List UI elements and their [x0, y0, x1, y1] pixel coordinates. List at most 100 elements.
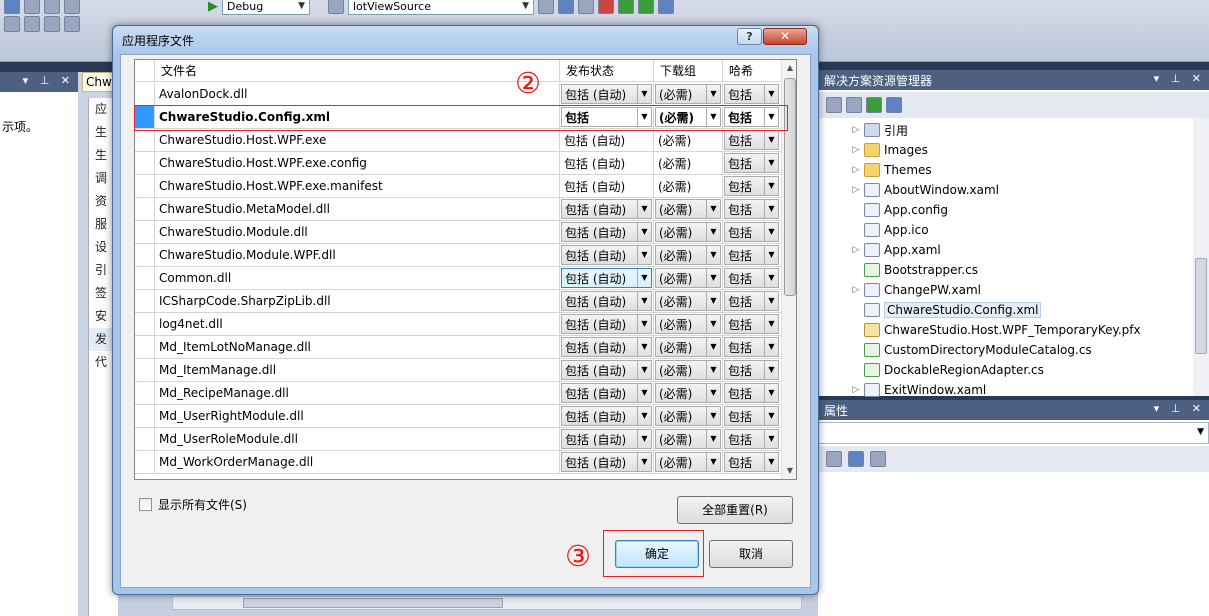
hash-dropdown[interactable]: 包括 ▼	[724, 268, 779, 288]
row-selector[interactable]	[135, 359, 155, 381]
file-row[interactable]: Common.dll 包括 (自动) ▼ (必需) ▼ 包括 ▼	[135, 267, 781, 290]
row-selector[interactable]	[135, 428, 155, 450]
hash-dropdown[interactable]: 包括 ▼	[724, 406, 779, 426]
download-group-dropdown[interactable]: (必需) ▼	[655, 268, 721, 288]
chevron-down-icon[interactable]: ▼	[706, 361, 720, 379]
publish-status-dropdown[interactable]: 包括 (自动) ▼	[561, 199, 652, 219]
file-row[interactable]: ChwareStudio.Host.WPF.exe.manifest 包括 (自动…	[135, 175, 781, 198]
download-group-dropdown[interactable]: (必需) ▼	[655, 245, 721, 265]
publish-status-dropdown[interactable]: 包括 (自动) ▼	[561, 84, 652, 104]
scroll-down-icon[interactable]: ▼	[782, 463, 796, 479]
help-button[interactable]: ?	[737, 28, 762, 45]
show-all-files-checkbox[interactable]: 显示所有文件(S)	[139, 496, 247, 513]
chevron-down-icon[interactable]: ▼	[706, 269, 720, 287]
chevron-down-icon[interactable]: ▼	[637, 200, 651, 218]
download-group-dropdown[interactable]: (必需) ▼	[655, 199, 721, 219]
publish-status-dropdown[interactable]: 包括 (自动) ▼	[561, 314, 652, 334]
chevron-down-icon[interactable]: ▼	[637, 269, 651, 287]
publish-status-dropdown[interactable]: 包括 (自动) ▼	[561, 406, 652, 426]
file-row[interactable]: log4net.dll 包括 (自动) ▼ (必需) ▼ 包括 ▼	[135, 313, 781, 336]
download-group-dropdown[interactable]: (必需) ▼	[655, 383, 721, 403]
chevron-down-icon[interactable]: ▼	[764, 85, 778, 103]
chevron-down-icon[interactable]: ▼	[764, 246, 778, 264]
solution-explorer-controls[interactable]: ▾ ⊥ ✕	[1154, 72, 1205, 85]
properties-controls[interactable]: ▾ ⊥ ✕	[1154, 402, 1205, 415]
file-row[interactable]: Md_UserRightModule.dll 包括 (自动) ▼ (必需) ▼ 包括 ▼	[135, 405, 781, 428]
file-row[interactable]: ICSharpCode.SharpZipLib.dll 包括 (自动) ▼ (必需) ▼…	[135, 290, 781, 313]
hash-dropdown[interactable]: 包括 ▼	[724, 452, 779, 472]
row-selector[interactable]	[135, 267, 155, 289]
hash-dropdown[interactable]: 包括 ▼	[724, 153, 779, 173]
publish-status-dropdown[interactable]: 包括 (自动) ▼	[561, 245, 652, 265]
chevron-down-icon[interactable]: ▼	[764, 384, 778, 402]
chevron-down-icon[interactable]: ▼	[764, 154, 778, 172]
solution-tree-item[interactable]: ▷ ChangePW.xaml	[818, 280, 1192, 300]
file-row[interactable]: ChwareStudio.Module.WPF.dll 包括 (自动) ▼ (必需) ▼…	[135, 244, 781, 267]
dialog-title-bar[interactable]: 应用程序文件 ? ✕	[113, 26, 818, 54]
property-pages-icon[interactable]	[870, 451, 886, 467]
hash-dropdown[interactable]: 包括 ▼	[724, 314, 779, 334]
categorized-icon[interactable]	[826, 451, 842, 467]
solution-tree-item[interactable]: ▷ Images	[818, 140, 1192, 160]
left-panel-controls[interactable]: ▾ ⊥ ✕	[23, 74, 74, 87]
file-row[interactable]: Md_RecipeManage.dll 包括 (自动) ▼ (必需) ▼ 包括 ▼	[135, 382, 781, 405]
hash-dropdown[interactable]: 包括 ▼	[724, 337, 779, 357]
alphabetical-icon[interactable]	[848, 451, 864, 467]
solution-tree-item[interactable]: ▷ AboutWindow.xaml	[818, 180, 1192, 200]
publish-status-dropdown[interactable]: 包括 (自动) ▼	[561, 222, 652, 242]
row-selector[interactable]	[135, 382, 155, 404]
chevron-down-icon[interactable]: ▼	[706, 85, 720, 103]
solution-tree-item[interactable]: ChwareStudio.Config.xml	[818, 300, 1192, 320]
chevron-down-icon[interactable]: ▼	[637, 407, 651, 425]
view-class-diagram-icon[interactable]	[886, 97, 902, 113]
chevron-down-icon[interactable]: ▼	[764, 453, 778, 471]
hash-dropdown[interactable]: 包括 ▼	[724, 84, 779, 104]
chevron-down-icon[interactable]: ▼	[764, 407, 778, 425]
solution-tree-item[interactable]: App.config	[818, 200, 1192, 220]
align-icon[interactable]	[4, 16, 20, 32]
solution-tree-item[interactable]: ▷ 引用	[818, 120, 1192, 140]
row-selector[interactable]	[135, 336, 155, 358]
chevron-down-icon[interactable]: ▼	[706, 453, 720, 471]
scroll-up-icon[interactable]: ▲	[782, 60, 796, 76]
row-selector[interactable]	[135, 198, 155, 220]
chevron-down-icon[interactable]: ▼	[637, 85, 651, 103]
solution-tree-item[interactable]: ▷ ExitWindow.xaml	[818, 380, 1192, 400]
chevron-down-icon[interactable]: ▼	[637, 223, 651, 241]
download-group-dropdown[interactable]: (必需) ▼	[655, 337, 721, 357]
file-row[interactable]: AvalonDock.dll 包括 (自动) ▼ (必需) ▼ 包括 ▼	[135, 83, 781, 106]
publish-status-dropdown[interactable]: 包括 (自动) ▼	[561, 429, 652, 449]
chevron-down-icon[interactable]: ▼	[764, 338, 778, 356]
chevron-down-icon[interactable]: ▼	[637, 430, 651, 448]
refresh-icon[interactable]	[866, 97, 882, 113]
hash-dropdown[interactable]: 包括 ▼	[724, 383, 779, 403]
solution-tree-item[interactable]: ▷ App.xaml	[818, 240, 1192, 260]
row-selector[interactable]	[135, 175, 155, 197]
horizontal-scrollbar[interactable]	[172, 596, 802, 610]
row-selector[interactable]	[135, 129, 155, 151]
row-selector[interactable]	[135, 313, 155, 335]
solution-tree-item[interactable]: ▷ Themes	[818, 160, 1192, 180]
download-group-dropdown[interactable]: (必需) ▼	[655, 406, 721, 426]
column-publish-status[interactable]: 发布状态	[560, 60, 654, 82]
publish-status-dropdown[interactable]: 包括 (自动) ▼	[561, 383, 652, 403]
reset-all-button[interactable]: 全部重置(R)	[677, 496, 793, 524]
solution-tree-item[interactable]: App.ico	[818, 220, 1192, 240]
row-selector[interactable]	[135, 152, 155, 174]
file-row[interactable]: ChwareStudio.Host.WPF.exe 包括 (自动) (必需) 包括 ▼	[135, 129, 781, 152]
chevron-down-icon[interactable]: ▼	[764, 361, 778, 379]
cancel-button[interactable]: 取消	[709, 540, 793, 568]
hash-dropdown[interactable]: 包括 ▼	[724, 176, 779, 196]
chevron-down-icon[interactable]: ▼	[706, 200, 720, 218]
expand-arrow-icon[interactable]: ▷	[848, 185, 864, 195]
row-selector[interactable]	[135, 221, 155, 243]
hash-dropdown[interactable]: 包括 ▼	[724, 199, 779, 219]
chevron-down-icon[interactable]: ▼	[706, 292, 720, 310]
chevron-down-icon[interactable]: ▼	[637, 384, 651, 402]
solution-tree-item[interactable]: CustomDirectoryModuleCatalog.cs	[818, 340, 1192, 360]
show-all-files-icon[interactable]	[846, 97, 862, 113]
chevron-down-icon[interactable]: ▼	[764, 200, 778, 218]
chevron-down-icon[interactable]: ▼	[706, 384, 720, 402]
checkbox-box[interactable]	[139, 498, 152, 511]
chevron-down-icon[interactable]: ▼	[637, 246, 651, 264]
